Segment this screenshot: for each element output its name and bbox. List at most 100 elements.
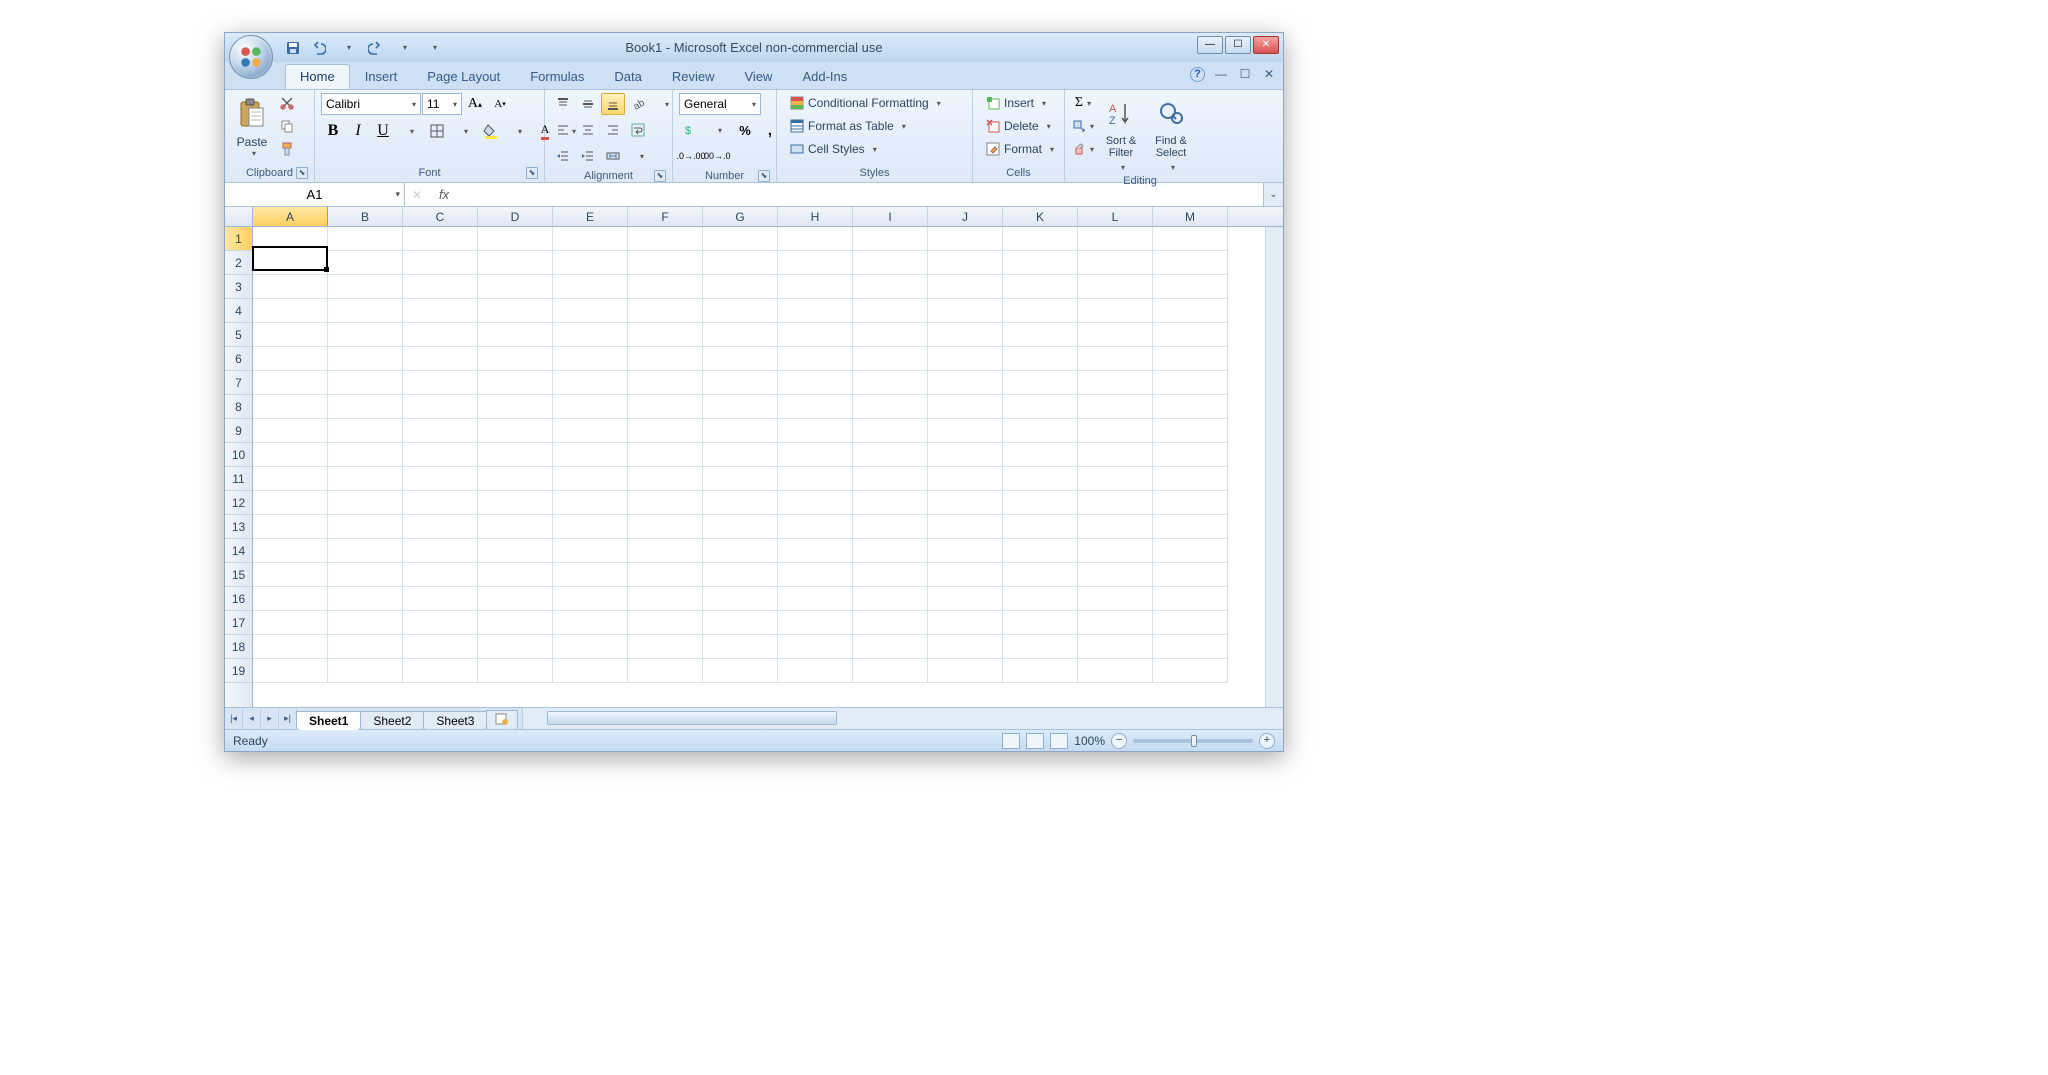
- cell[interactable]: [628, 539, 703, 563]
- cell[interactable]: [403, 275, 478, 299]
- cell[interactable]: [1153, 323, 1228, 347]
- decrease-font-icon[interactable]: A▾: [488, 93, 512, 115]
- fx-icon[interactable]: fx: [429, 187, 459, 202]
- column-header[interactable]: K: [1003, 207, 1078, 226]
- cell[interactable]: [403, 395, 478, 419]
- cell[interactable]: [928, 491, 1003, 515]
- cell[interactable]: [928, 515, 1003, 539]
- insert-cells-button[interactable]: Insert▾: [979, 92, 1053, 114]
- cell[interactable]: [553, 251, 628, 275]
- cell[interactable]: [628, 515, 703, 539]
- fill-color-dropdown[interactable]: ▾: [508, 120, 532, 142]
- cell[interactable]: [478, 563, 553, 587]
- cell[interactable]: [778, 395, 853, 419]
- column-header[interactable]: G: [703, 207, 778, 226]
- cell[interactable]: [328, 635, 403, 659]
- cell[interactable]: [778, 515, 853, 539]
- cell[interactable]: [1078, 395, 1153, 419]
- column-header[interactable]: A: [253, 207, 328, 226]
- cell[interactable]: [1003, 539, 1078, 563]
- cell[interactable]: [703, 395, 778, 419]
- qat-customize-icon[interactable]: ▾: [425, 38, 445, 58]
- cut-icon[interactable]: [275, 92, 299, 114]
- cell[interactable]: [1078, 539, 1153, 563]
- cell[interactable]: [253, 563, 328, 587]
- cell[interactable]: [703, 491, 778, 515]
- cell[interactable]: [328, 515, 403, 539]
- save-icon[interactable]: [283, 38, 303, 58]
- cell[interactable]: [553, 467, 628, 491]
- cell[interactable]: [1078, 491, 1153, 515]
- cell[interactable]: [1003, 419, 1078, 443]
- orientation-icon[interactable]: ab: [626, 93, 650, 115]
- cell[interactable]: [703, 371, 778, 395]
- cell[interactable]: [703, 611, 778, 635]
- delete-cells-button[interactable]: Delete▾: [979, 115, 1058, 137]
- cell[interactable]: [928, 539, 1003, 563]
- cell[interactable]: [403, 467, 478, 491]
- cell[interactable]: [403, 299, 478, 323]
- cell[interactable]: [853, 611, 928, 635]
- row-header[interactable]: 16: [225, 587, 252, 611]
- cell[interactable]: [403, 635, 478, 659]
- tab-home[interactable]: Home: [285, 64, 350, 89]
- row-header[interactable]: 13: [225, 515, 252, 539]
- column-header[interactable]: J: [928, 207, 1003, 226]
- name-box[interactable]: A1▾: [225, 183, 405, 206]
- cell[interactable]: [1003, 635, 1078, 659]
- cell[interactable]: [478, 491, 553, 515]
- cell[interactable]: [553, 563, 628, 587]
- cell[interactable]: [1153, 371, 1228, 395]
- cell[interactable]: [703, 323, 778, 347]
- cell[interactable]: [1153, 467, 1228, 491]
- increase-indent-icon[interactable]: [576, 145, 600, 167]
- cell[interactable]: [1003, 611, 1078, 635]
- cell[interactable]: [853, 491, 928, 515]
- cell[interactable]: [478, 275, 553, 299]
- cell[interactable]: [1153, 395, 1228, 419]
- borders-dropdown[interactable]: ▾: [454, 120, 478, 142]
- cell[interactable]: [328, 299, 403, 323]
- undo-icon[interactable]: [309, 38, 329, 58]
- tab-view[interactable]: View: [730, 64, 788, 89]
- cancel-formula-icon[interactable]: ✕: [405, 188, 429, 202]
- cell[interactable]: [703, 443, 778, 467]
- cell[interactable]: [1078, 563, 1153, 587]
- tab-page-layout[interactable]: Page Layout: [412, 64, 515, 89]
- cell[interactable]: [1003, 299, 1078, 323]
- column-header[interactable]: M: [1153, 207, 1228, 226]
- row-header[interactable]: 4: [225, 299, 252, 323]
- cell[interactable]: [253, 419, 328, 443]
- cell[interactable]: [928, 659, 1003, 683]
- cell[interactable]: [928, 347, 1003, 371]
- cell[interactable]: [928, 395, 1003, 419]
- autosum-icon[interactable]: Σ▾: [1071, 92, 1095, 114]
- cell[interactable]: [1153, 299, 1228, 323]
- fill-color-icon[interactable]: [479, 120, 503, 142]
- cell[interactable]: [478, 539, 553, 563]
- cell[interactable]: [928, 635, 1003, 659]
- redo-dropdown-icon[interactable]: ▾: [395, 38, 415, 58]
- merge-dropdown[interactable]: ▾: [630, 145, 654, 167]
- cell[interactable]: [853, 563, 928, 587]
- align-bottom-icon[interactable]: [601, 93, 625, 115]
- cell[interactable]: [928, 275, 1003, 299]
- undo-dropdown-icon[interactable]: ▾: [339, 38, 359, 58]
- cell[interactable]: [328, 395, 403, 419]
- cell[interactable]: [628, 587, 703, 611]
- cell[interactable]: [253, 539, 328, 563]
- cell[interactable]: [553, 515, 628, 539]
- cell[interactable]: [478, 419, 553, 443]
- format-as-table-button[interactable]: Format as Table▾: [783, 115, 913, 137]
- sheet-tab[interactable]: Sheet3: [423, 711, 487, 730]
- cell[interactable]: [853, 323, 928, 347]
- row-header[interactable]: 15: [225, 563, 252, 587]
- cell[interactable]: [628, 371, 703, 395]
- cell[interactable]: [853, 251, 928, 275]
- cell[interactable]: [1003, 251, 1078, 275]
- cell[interactable]: [928, 371, 1003, 395]
- cell[interactable]: [1003, 515, 1078, 539]
- cell[interactable]: [1153, 611, 1228, 635]
- cell[interactable]: [1078, 515, 1153, 539]
- cell[interactable]: [853, 419, 928, 443]
